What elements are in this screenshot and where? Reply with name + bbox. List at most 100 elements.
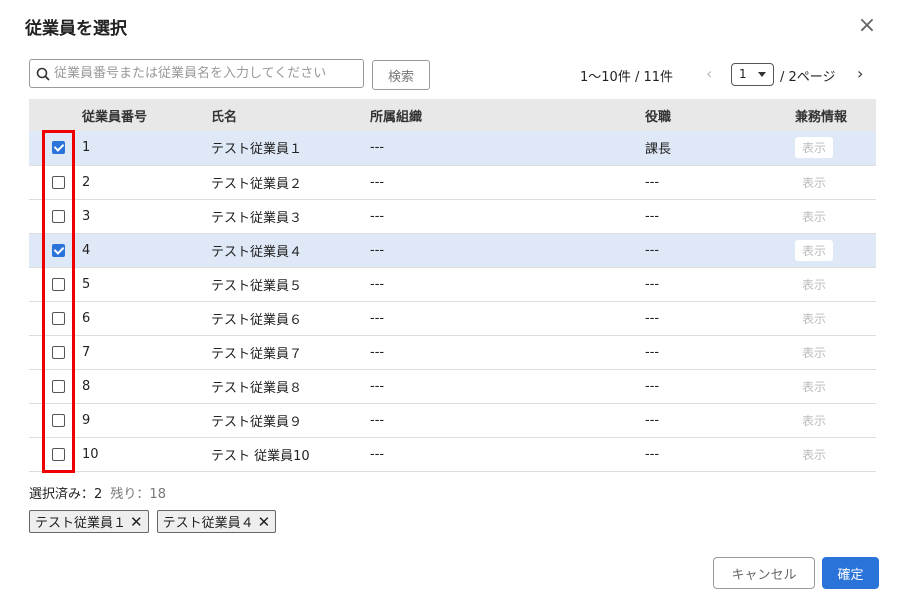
header-number: 従業員番号 — [82, 109, 148, 125]
cell-action: 表示 — [795, 301, 876, 335]
search-input[interactable] — [54, 66, 354, 81]
row-checkbox[interactable] — [52, 209, 65, 223]
cell-role: --- — [645, 310, 660, 326]
row-checkbox[interactable] — [52, 141, 65, 155]
header-checkbox-col — [29, 99, 82, 131]
cell-org: --- — [370, 378, 385, 394]
caret-down-icon — [758, 72, 766, 77]
row-checkbox-cell — [29, 199, 82, 233]
result-count: 1〜10件 / 11件 — [580, 70, 673, 85]
cell-org: --- — [370, 276, 385, 292]
cell-role: --- — [645, 412, 660, 428]
remove-icon[interactable]: ✕ — [258, 513, 271, 531]
chip-label: テスト従業員４ — [162, 516, 254, 531]
show-button[interactable]: 表示 — [795, 274, 833, 295]
cell-action: 表示 — [795, 233, 876, 267]
row-checkbox[interactable] — [52, 277, 65, 291]
cell-number: 3 — [82, 208, 91, 224]
row-checkbox[interactable] — [52, 311, 65, 325]
cell-action: 表示 — [795, 369, 876, 403]
header-org: 所属組織 — [370, 109, 423, 125]
table-header-row: 従業員番号 氏名 所属組織 役職 兼務情報 — [29, 99, 876, 131]
cell-org: --- — [370, 140, 385, 156]
cell-name: テスト従業員７ — [211, 346, 303, 362]
cell-name: テスト従業員１ — [211, 142, 303, 158]
chevron-right-icon[interactable]: › — [857, 64, 863, 83]
show-button[interactable]: 表示 — [795, 410, 833, 431]
table-row[interactable]: 1 テスト従業員１ --- 課長 表示 — [29, 131, 876, 165]
table-row[interactable]: 5 テスト従業員５ --- --- 表示 — [29, 267, 876, 301]
row-checkbox[interactable] — [52, 447, 65, 461]
show-button[interactable]: 表示 — [795, 376, 833, 397]
show-button[interactable]: 表示 — [795, 308, 833, 329]
table-row[interactable]: 7 テスト従業員７ --- --- 表示 — [29, 335, 876, 369]
cell-role: --- — [645, 208, 660, 224]
cell-role: --- — [645, 378, 660, 394]
show-button[interactable]: 表示 — [795, 342, 833, 363]
search-box — [29, 59, 364, 88]
table-row[interactable]: 4 テスト従業員４ --- --- 表示 — [29, 233, 876, 267]
page-total: / 2ページ — [780, 70, 836, 85]
cell-org: --- — [370, 174, 385, 190]
remove-icon[interactable]: ✕ — [130, 513, 143, 531]
cell-number: 10 — [82, 446, 99, 462]
table-row[interactable]: 8 テスト従業員８ --- --- 表示 — [29, 369, 876, 403]
table-row[interactable]: 3 テスト従業員３ --- --- 表示 — [29, 199, 876, 233]
cell-name: テスト従業員４ — [211, 244, 303, 260]
cell-name: テスト従業員５ — [211, 278, 303, 294]
row-checkbox-cell — [29, 131, 82, 165]
search-button[interactable]: 検索 — [372, 60, 430, 90]
cell-name: テスト従業員２ — [211, 176, 303, 192]
show-button[interactable]: 表示 — [795, 172, 833, 193]
cell-org: --- — [370, 344, 385, 360]
selected-chip: テスト従業員４ ✕ — [156, 510, 277, 533]
table-row[interactable]: 9 テスト従業員９ --- --- 表示 — [29, 403, 876, 437]
cell-name: テスト従業員６ — [211, 312, 303, 328]
cell-action: 表示 — [795, 131, 876, 165]
cell-action: 表示 — [795, 335, 876, 369]
cancel-button[interactable]: キャンセル — [713, 557, 815, 589]
chevron-left-icon[interactable]: ‹ — [706, 64, 712, 83]
row-checkbox-cell — [29, 233, 82, 267]
table-row[interactable]: 2 テスト従業員２ --- --- 表示 — [29, 165, 876, 199]
table-row[interactable]: 6 テスト従業員６ --- --- 表示 — [29, 301, 876, 335]
page-select[interactable]: 1 — [731, 63, 774, 86]
show-button[interactable]: 表示 — [795, 444, 833, 465]
cell-name: テスト従業員９ — [211, 414, 303, 430]
show-button[interactable]: 表示 — [795, 206, 833, 227]
cell-name: テスト 従業員10 — [211, 448, 310, 464]
row-checkbox-cell — [29, 403, 82, 437]
cell-org: --- — [370, 310, 385, 326]
close-icon[interactable]: × — [856, 15, 878, 38]
row-checkbox-cell — [29, 267, 82, 301]
row-checkbox-cell — [29, 437, 82, 471]
cell-name: テスト従業員３ — [211, 210, 303, 226]
cell-org: --- — [370, 446, 385, 462]
cell-role: --- — [645, 174, 660, 190]
confirm-button[interactable]: 確定 — [822, 557, 879, 589]
row-checkbox[interactable] — [52, 175, 65, 189]
cell-role: --- — [645, 276, 660, 292]
table-row[interactable]: 10 テスト 従業員10 --- --- 表示 — [29, 437, 876, 471]
row-checkbox[interactable] — [52, 243, 65, 257]
show-button[interactable]: 表示 — [795, 239, 834, 261]
cell-action: 表示 — [795, 199, 876, 233]
header-concurrent: 兼務情報 — [795, 109, 848, 125]
row-checkbox-cell — [29, 335, 82, 369]
show-button[interactable]: 表示 — [795, 137, 834, 159]
cell-action: 表示 — [795, 403, 876, 437]
row-checkbox[interactable] — [52, 345, 65, 359]
cell-number: 2 — [82, 174, 91, 190]
header-name: 氏名 — [211, 109, 238, 125]
selected-chip: テスト従業員１ ✕ — [29, 510, 149, 533]
remaining-count: 残り：18 — [110, 487, 166, 502]
employee-select-dialog: 従業員を選択 × 検索 1〜10件 / 11件 ‹ 1 / 2ページ › 従業員… — [0, 0, 901, 600]
selected-count: 選択済み：2 — [29, 487, 103, 502]
row-checkbox[interactable] — [52, 413, 65, 427]
cell-number: 9 — [82, 412, 91, 428]
row-checkbox[interactable] — [52, 379, 65, 393]
cell-number: 4 — [82, 242, 91, 258]
cell-org: --- — [370, 208, 385, 224]
chip-label: テスト従業員１ — [35, 516, 127, 531]
cell-number: 6 — [82, 310, 91, 326]
